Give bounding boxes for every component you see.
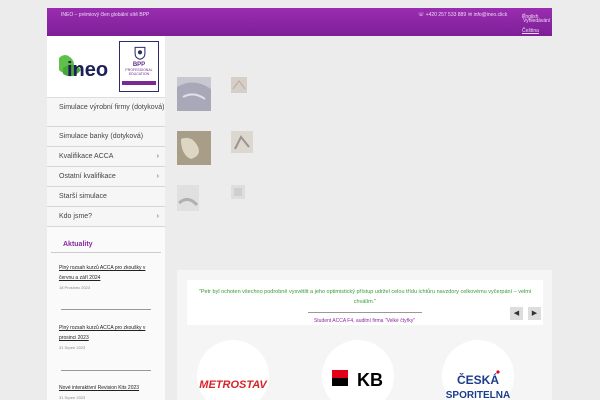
nav-label: Kvalifikace ACCA [59, 153, 114, 160]
nav-label: Starší simulace [59, 193, 107, 200]
metrostav-logo: METROSTAV [199, 379, 268, 391]
news-divider [61, 309, 151, 310]
client-logo-metrostav[interactable]: METROSTAV [197, 340, 269, 400]
svg-text:KB: KB [357, 370, 383, 390]
image-gallery [165, 36, 552, 256]
nav-item-simulace-banky[interactable]: Simulace banky (dotyková) [47, 127, 165, 147]
email-link[interactable]: ✉ info@ineo.click [468, 12, 507, 18]
nav-item-ostatni-kvalifikace[interactable]: Ostatní kvalifikace › [47, 167, 165, 187]
gallery-thumbnail[interactable] [231, 131, 253, 153]
news-divider [61, 370, 151, 371]
client-logo-ceska-sporitelna[interactable]: ČESKÁ SPORITELNA [442, 340, 514, 400]
nav-label: Kdo jsme? [59, 213, 93, 220]
gallery-thumbnail[interactable] [231, 185, 245, 199]
sidebar: ineo BPP PROFESSIONAL EDUCATION Simulace… [47, 36, 165, 236]
news-title-link[interactable]: Nové interaktivní Revision Kits 2023 [59, 383, 153, 393]
email-text: info@ineo.click [473, 12, 508, 18]
lower-section: "Petr byl ochoten všechno podrobně vysvě… [177, 270, 552, 400]
bpp-sub2: EDUCATION [128, 72, 150, 76]
news-heading: Aktuality [51, 233, 161, 253]
arrow-left-icon: ◀ [513, 310, 520, 317]
gallery-thumbnail[interactable] [231, 77, 247, 93]
chevron-right-icon: › [156, 213, 159, 220]
testimonial-author: Student ACCA F4, auditní firma "Velké čt… [313, 318, 416, 324]
bpp-stripe [122, 81, 156, 85]
news-title-link[interactable]: Plný rozsah kurzů ACCA pro zkoušky v pro… [59, 323, 153, 343]
bpp-badge[interactable]: BPP PROFESSIONAL EDUCATION [119, 41, 159, 92]
news-date: 31 Srpen 2023 [59, 395, 86, 400]
nav-item-starsi-simulace[interactable]: Starší simulace [47, 187, 165, 207]
news-item: Plný rozsah kurzů ACCA pro zkoušky v čer… [47, 263, 165, 290]
news-title-link[interactable]: Plný rozsah kurzů ACCA pro zkoušky v čer… [59, 263, 153, 283]
tagline: INEO – prémiový člen globální sítě BPP [61, 12, 150, 18]
svg-text:ineo: ineo [67, 59, 108, 81]
gallery-thumbnail[interactable] [177, 185, 199, 211]
news-item: Plný rozsah kurzů ACCA pro zkoušky v pro… [47, 323, 165, 350]
top-bar: INEO – prémiový člen globální sítě BPP ☏… [47, 8, 552, 36]
nav-item-kvalifikace-acca[interactable]: Kvalifikace ACCA › [47, 147, 165, 167]
nav-item-simulace-vyrobni[interactable]: Simulace výrobní firmy (dotyková) [47, 98, 165, 127]
nav-label: Ostatní kvalifikace [59, 173, 116, 180]
testimonial-quote: "Petr byl ochoten všechno podrobně vysvě… [198, 289, 532, 305]
next-arrow-button[interactable]: ▶ [528, 307, 541, 320]
gallery-thumbnail[interactable] [177, 131, 211, 165]
gallery-thumbnail[interactable] [177, 77, 211, 111]
arrow-right-icon: ▶ [531, 310, 538, 317]
svg-text:SPORITELNA: SPORITELNA [446, 390, 510, 400]
svg-text:ČESKÁ: ČESKÁ [457, 372, 499, 387]
kb-logo: KB [332, 370, 383, 390]
news-panel: Aktuality Plný rozsah kurzů ACCA pro zko… [47, 230, 165, 400]
news-date: 18 Prosinec 2023 [59, 285, 91, 290]
ineo-logo[interactable]: ineo [55, 50, 111, 84]
logo-area: ineo BPP PROFESSIONAL EDUCATION [47, 36, 165, 98]
ceska-sporitelna-logo: ČESKÁ SPORITELNA [446, 370, 510, 400]
chevron-right-icon: › [156, 153, 159, 160]
prev-arrow-button[interactable]: ◀ [510, 307, 523, 320]
news-date: 31 Srpen 2023 [59, 345, 86, 350]
lang-czech[interactable]: Čeština [522, 28, 539, 34]
testimonial-divider [308, 312, 422, 313]
lion-icon [134, 46, 146, 60]
news-item: Nové interaktivní Revision Kits 2023 31 … [47, 383, 165, 400]
phone-text: +420 257 533 889 [425, 12, 467, 18]
nav-label: Simulace banky (dotyková) [59, 133, 144, 140]
nav-item-kdo-jsme[interactable]: Kdo jsme? › [47, 207, 165, 227]
nav-label: Simulace výrobní firmy (dotyková) [59, 104, 165, 111]
phone-link[interactable]: ☏ +420 257 533 889 [418, 12, 466, 18]
svg-text:METROSTAV: METROSTAV [199, 379, 268, 391]
lang-english[interactable]: English [522, 14, 538, 20]
chevron-right-icon: › [156, 173, 159, 180]
client-logo-kb[interactable]: KB [322, 340, 394, 400]
